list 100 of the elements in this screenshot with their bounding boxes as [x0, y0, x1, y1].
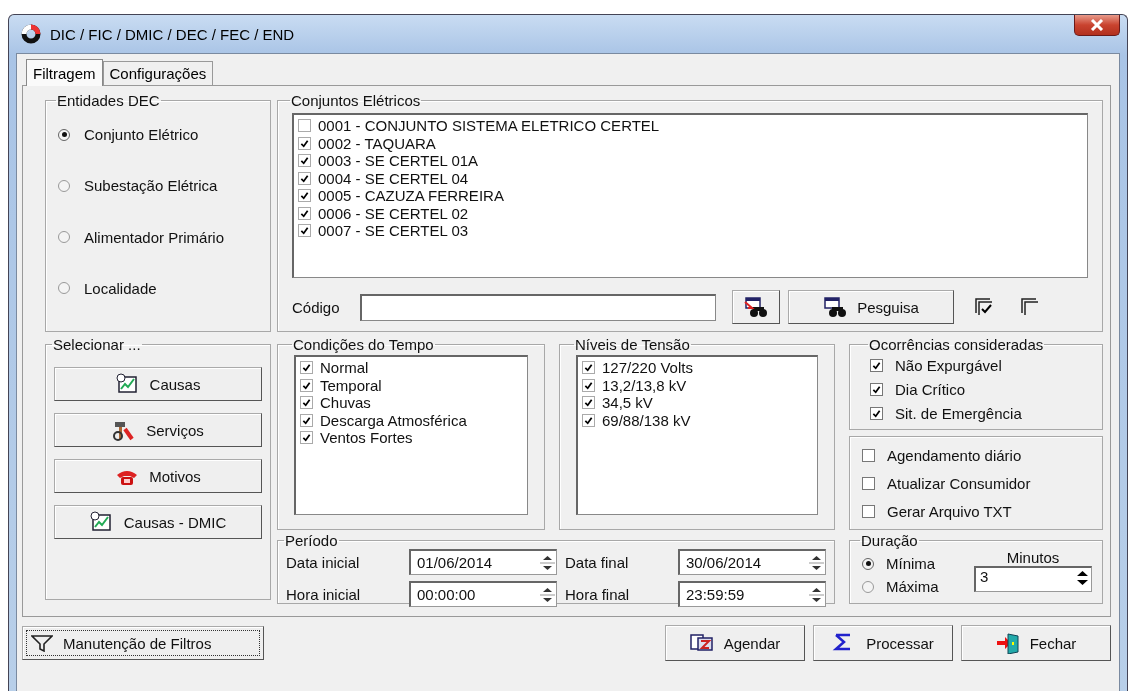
radio-button[interactable] [58, 128, 70, 141]
list-item[interactable]: 34,5 kV [602, 394, 653, 412]
funnel-icon [31, 634, 53, 652]
checkbox[interactable] [582, 413, 595, 427]
group-title: Ocorrências consideradas [868, 336, 1045, 353]
search-button[interactable]: Pesguisa [788, 290, 954, 324]
checkbox[interactable] [870, 382, 883, 396]
radio-button[interactable] [58, 231, 70, 244]
tab[interactable]: Configurações [102, 61, 214, 85]
select-button[interactable]: Serviços [54, 413, 262, 447]
group-title: Selecionar ... [52, 336, 142, 353]
checkbox[interactable] [870, 406, 883, 420]
select-button[interactable]: Motivos [54, 459, 262, 493]
group-title: Período [284, 532, 339, 549]
binoculars-icon [823, 296, 848, 318]
list-item[interactable]: 13,2/13,8 kV [602, 376, 687, 394]
checkbox[interactable] [298, 171, 311, 185]
select-button[interactable]: Causas - DMIC [54, 505, 262, 539]
app-logo-icon [20, 23, 42, 45]
action-button[interactable]: Agendar [665, 625, 805, 661]
window-title: DIC / FIC / DMIC / DEC / FEC / END [50, 25, 295, 43]
field-label: Código [292, 298, 341, 316]
list-item[interactable]: Descarga Atmosférica [320, 411, 467, 429]
list-item[interactable]: 0004 - SE CERTEL 04 [318, 169, 469, 187]
checkbox[interactable] [582, 361, 595, 375]
field-label: Data final [565, 553, 630, 571]
radio-label: Mínima [886, 555, 936, 572]
close-button[interactable] [1074, 15, 1120, 36]
group-title: Duração [860, 532, 919, 549]
checkbox[interactable] [300, 361, 313, 375]
exit-door-icon [995, 632, 1020, 654]
check-icon [301, 362, 312, 374]
chart-icon [115, 373, 140, 395]
checkbox[interactable] [582, 396, 595, 410]
group-title: Conjuntos Elétricos [290, 92, 422, 109]
checkbox[interactable] [298, 206, 311, 220]
select-button[interactable]: Causas [54, 367, 262, 401]
radio-button[interactable] [862, 557, 874, 570]
action-button[interactable]: Processar [813, 625, 953, 661]
radio-button[interactable] [58, 282, 70, 295]
field-label: Minutos [1006, 549, 1060, 566]
date-field[interactable]: 23:59:59 [678, 581, 826, 607]
list-item[interactable]: 0006 - SE CERTEL 02 [318, 204, 469, 222]
checkbox-label: Atualizar Consumidor [887, 474, 1031, 492]
radio-button[interactable] [58, 179, 70, 192]
radio-label: Alimentador Primário [84, 228, 225, 246]
checkbox-label: Dia Crítico [895, 380, 965, 398]
checkbox[interactable] [300, 396, 313, 410]
list-item[interactable]: Normal [320, 359, 369, 377]
date-field[interactable]: 01/06/2014 [409, 549, 557, 575]
list-item[interactable]: Ventos Fortes [320, 429, 413, 447]
date-field[interactable]: 30/06/2014 [678, 549, 826, 575]
list-item[interactable]: Chuvas [320, 394, 371, 412]
list-item[interactable]: Temporal [320, 376, 382, 394]
checkbox[interactable] [862, 504, 875, 518]
radio-label: Localidade [84, 279, 157, 297]
checkbox-label: Agendamento diário [887, 446, 1022, 464]
date-field[interactable]: 00:00:00 [409, 581, 557, 607]
field-label: Data inicial [286, 553, 361, 571]
checkbox[interactable] [300, 431, 313, 445]
field-label: Hora final [565, 585, 631, 603]
search-button[interactable] [732, 290, 780, 324]
checkbox[interactable] [298, 189, 311, 203]
code-field[interactable] [360, 293, 716, 321]
checkbox-label: Sit. de Emergência [895, 404, 1022, 422]
checkbox[interactable] [862, 448, 875, 462]
list-item[interactable]: 127/220 Volts [602, 359, 693, 377]
radio-button[interactable] [862, 580, 874, 593]
check-icon [299, 225, 310, 237]
action-button[interactable]: Fechar [961, 625, 1111, 661]
uncheck-all-icon [1020, 297, 1040, 317]
checkbox[interactable] [298, 154, 311, 168]
filter-button[interactable]: Manutenção de Filtros [22, 626, 264, 660]
check-icon [301, 397, 312, 409]
checkbox[interactable] [298, 119, 311, 133]
group-title: Condições do Tempo [292, 336, 435, 353]
checkbox[interactable] [862, 476, 875, 490]
group-title: Níveis de Tensão [574, 336, 691, 353]
group-title: Entidades DEC [56, 92, 161, 109]
radio-label: Conjunto Elétrico [84, 126, 199, 144]
checkbox-label: Gerar Arquivo TXT [887, 502, 1012, 520]
check-icon [301, 432, 312, 444]
list-item[interactable]: 0003 - SE CERTEL 01A [318, 152, 479, 170]
radio-label: Máxima [886, 578, 939, 595]
tab[interactable]: Filtragem [26, 59, 103, 86]
chart-icon [89, 511, 114, 533]
checkbox[interactable] [300, 378, 313, 392]
list-item[interactable]: 0005 - CAZUZA FERREIRA [318, 187, 504, 205]
field-label: Hora inicial [286, 585, 362, 603]
checkbox[interactable] [298, 136, 311, 150]
number-field[interactable]: 3 [974, 566, 1092, 592]
list-item[interactable]: 0007 - SE CERTEL 03 [318, 222, 469, 240]
checkbox[interactable] [582, 378, 595, 392]
checkbox[interactable] [298, 224, 311, 238]
list-item[interactable]: 0002 - TAQUARA [318, 134, 436, 152]
list-item[interactable]: 0001 - CONJUNTO SISTEMA ELETRICO CERTEL [318, 117, 660, 135]
checkbox[interactable] [870, 358, 883, 372]
close-icon [1090, 19, 1104, 31]
checkbox[interactable] [300, 413, 313, 427]
list-item[interactable]: 69/88/138 kV [602, 411, 691, 429]
